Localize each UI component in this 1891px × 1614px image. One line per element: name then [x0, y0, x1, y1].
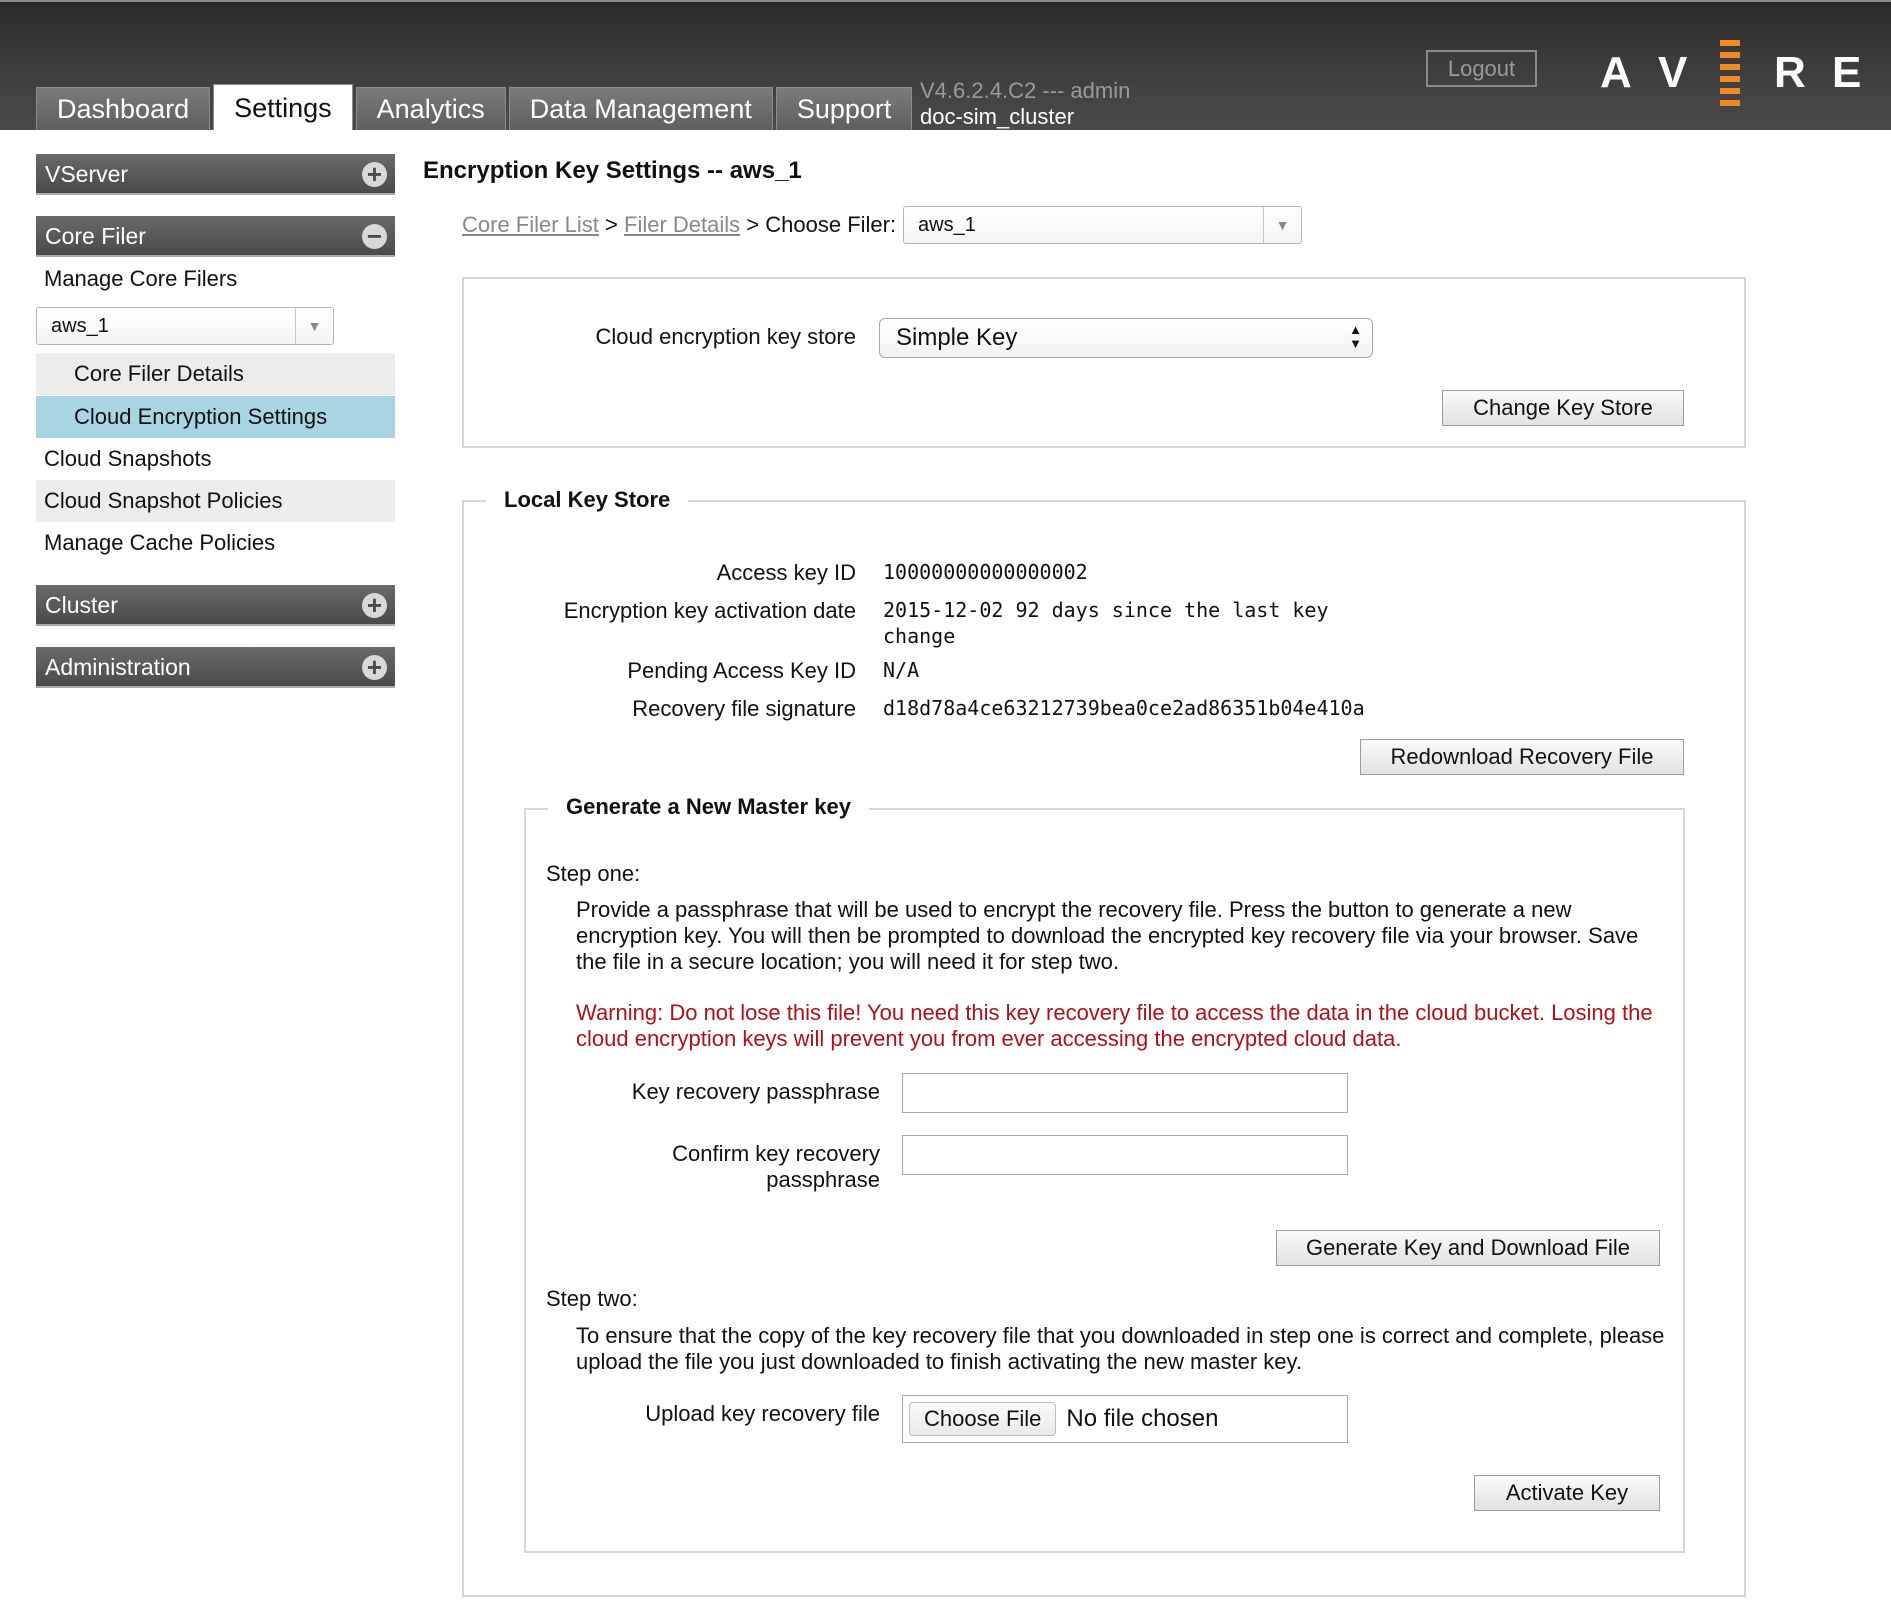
chevron-down-icon: ▼	[295, 308, 333, 344]
sidebar-section-vserver[interactable]: VServer +	[36, 154, 395, 195]
recovery-signature-value: d18d78a4ce63212739bea0ce2ad86351b04e410a	[883, 696, 1365, 720]
tab-settings[interactable]: Settings	[213, 84, 353, 130]
recovery-signature-label: Recovery file signature	[632, 696, 856, 721]
choose-filer-select[interactable]: aws_1 ▼	[903, 206, 1302, 244]
sidebar-section-core-filer[interactable]: Core Filer −	[36, 216, 395, 257]
key-store-select[interactable]: Simple Key ▲ ▼	[879, 318, 1373, 358]
pending-access-key-value: N/A	[883, 658, 920, 682]
activate-key-button[interactable]: Activate Key	[1474, 1475, 1660, 1511]
cluster-name: doc-sim_cluster	[920, 104, 1075, 129]
tab-support[interactable]: Support	[775, 87, 913, 130]
select-arrows-icon: ▲ ▼	[1349, 322, 1362, 351]
sidebar-section-administration[interactable]: Administration +	[36, 647, 395, 688]
key-store-value: Simple Key	[896, 324, 1018, 351]
sidebar-item-cloud-encryption-settings[interactable]: Cloud Encryption Settings	[36, 396, 395, 438]
expand-plus-icon[interactable]: +	[362, 592, 387, 618]
chevron-down-icon: ▼	[1263, 207, 1301, 243]
generate-key-button[interactable]: Generate Key and Download File	[1276, 1230, 1660, 1266]
breadcrumb-core-filer-list[interactable]: Core Filer List	[462, 212, 599, 237]
logout-button[interactable]: Logout	[1426, 50, 1537, 87]
sidebar-item-cloud-snapshots[interactable]: Cloud Snapshots	[36, 438, 395, 480]
sidebar-section-label: Core Filer	[45, 223, 146, 249]
logo-letter: E	[1832, 48, 1862, 97]
choose-file-button[interactable]: Choose File	[909, 1402, 1057, 1436]
step-two-text: To ensure that the copy of the key recov…	[576, 1323, 1665, 1374]
breadcrumb-separator: >	[746, 212, 760, 237]
sidebar-section-label: VServer	[45, 161, 129, 187]
sidebar-section-cluster[interactable]: Cluster +	[36, 585, 395, 626]
logo-letter: V	[1658, 48, 1688, 97]
generate-master-key-legend: Generate a New Master key	[548, 794, 869, 820]
confirm-passphrase-label-line1: Confirm key recovery	[672, 1141, 880, 1166]
sidebar-item-manage-core-filers[interactable]: Manage Core Filers	[36, 258, 395, 300]
tab-data-management[interactable]: Data Management	[508, 87, 773, 130]
version-text: V4.6.2.4.C2 --- admin	[920, 78, 1131, 103]
sidebar-section-label: Administration	[45, 654, 191, 680]
collapse-minus-icon[interactable]: −	[362, 223, 387, 249]
sidebar-item-core-filer-details[interactable]: Core Filer Details	[36, 353, 395, 395]
step-two-heading: Step two:	[546, 1286, 638, 1311]
passphrase-label: Key recovery passphrase	[631, 1079, 880, 1104]
tab-dashboard[interactable]: Dashboard	[36, 87, 211, 130]
sidebar-filer-value: aws_1	[51, 315, 109, 337]
sidebar-item-manage-cache-policies[interactable]: Manage Cache Policies	[36, 522, 395, 564]
tab-analytics[interactable]: Analytics	[355, 87, 506, 130]
confirm-passphrase-label: Confirm key recovery passphrase	[560, 1141, 880, 1193]
activation-date-value: 2015-12-02 92 days since the last key	[883, 598, 1329, 622]
top-header: Dashboard Settings Analytics Data Manage…	[0, 0, 1891, 130]
upload-label: Upload key recovery file	[645, 1401, 880, 1426]
passphrase-input[interactable]	[902, 1073, 1348, 1113]
access-key-id-value: 10000000000000002	[883, 560, 1088, 584]
breadcrumb-filer-details[interactable]: Filer Details	[624, 212, 740, 237]
confirm-passphrase-input[interactable]	[902, 1135, 1348, 1175]
confirm-passphrase-label-line2: passphrase	[766, 1167, 880, 1192]
avere-logo: A V R E	[1600, 38, 1890, 108]
expand-plus-icon[interactable]: +	[362, 161, 387, 187]
local-key-store-legend: Local Key Store	[486, 487, 689, 513]
activation-date-label: Encryption key activation date	[563, 598, 856, 623]
logo-accent-e	[1716, 37, 1744, 109]
activation-date-value-cont: change	[883, 624, 956, 648]
no-file-chosen-text: No file chosen	[1066, 1405, 1219, 1432]
change-key-store-button[interactable]: Change Key Store	[1442, 390, 1684, 426]
breadcrumb: Core Filer List > Filer Details > Choose…	[462, 212, 896, 238]
expand-plus-icon[interactable]: +	[362, 654, 387, 680]
choose-filer-label: Choose Filer:	[765, 212, 897, 237]
sidebar-item-cloud-snapshot-policies[interactable]: Cloud Snapshot Policies	[36, 480, 395, 522]
step-one-heading: Step one:	[546, 861, 641, 886]
upload-file-input[interactable]: Choose File No file chosen	[902, 1395, 1348, 1443]
access-key-id-label: Access key ID	[716, 560, 856, 585]
logo-letter: A	[1600, 48, 1632, 97]
key-store-label: Cloud encryption key store	[595, 324, 856, 349]
breadcrumb-separator: >	[605, 212, 618, 237]
sidebar-filer-select[interactable]: aws_1 ▼	[36, 307, 334, 345]
logo-letter: R	[1774, 48, 1806, 97]
main-tabs: Dashboard Settings Analytics Data Manage…	[36, 84, 915, 130]
pending-access-key-label: Pending Access Key ID	[627, 658, 856, 683]
page-title: Encryption Key Settings -- aws_1	[423, 157, 802, 184]
redownload-recovery-file-button[interactable]: Redownload Recovery File	[1360, 739, 1684, 775]
sidebar-section-label: Cluster	[45, 592, 118, 618]
step-one-text: Provide a passphrase that will be used t…	[576, 897, 1639, 974]
warning-text: Warning: Do not lose this file! You need…	[576, 1000, 1653, 1051]
choose-filer-value: aws_1	[918, 214, 976, 236]
